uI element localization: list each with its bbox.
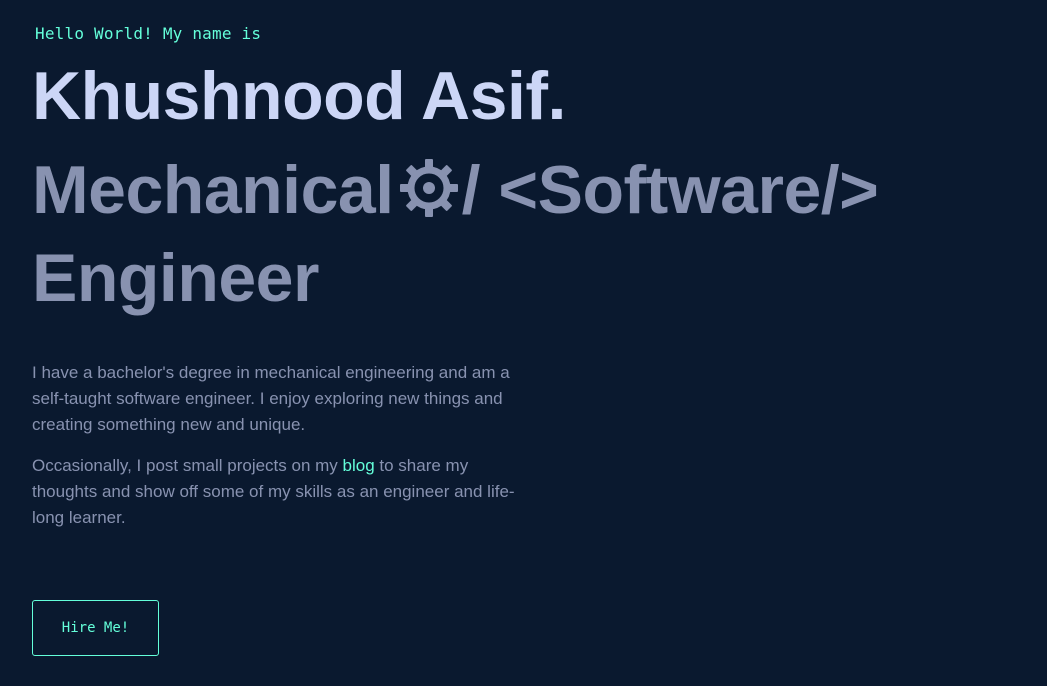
hero-role: Mechanical / <Software/> Engineer (32, 146, 879, 322)
bio-paragraph-2: Occasionally, I post small projects on m… (32, 453, 532, 531)
blog-link[interactable]: blog (343, 456, 375, 475)
hire-me-button[interactable]: Hire Me! (32, 600, 159, 656)
bio-paragraph-1: I have a bachelor's degree in mechanical… (32, 363, 510, 434)
role-line-1: Mechanical / <Software/> (32, 146, 879, 234)
role-software: / <Software/> (461, 152, 879, 228)
greeting-text: Hello World! My name is (35, 24, 262, 43)
bio-paragraph-2-start: Occasionally, I post small projects on m… (32, 456, 343, 475)
role-line-2: Engineer (32, 240, 319, 316)
role-mechanical: Mechanical (32, 152, 394, 228)
hero-name: Khushnood Asif. (32, 58, 566, 134)
gear-icon (398, 152, 460, 217)
bio: I have a bachelor's degree in mechanical… (32, 360, 532, 546)
hero-section: Hello World! My name is Khushnood Asif. … (0, 0, 1047, 686)
